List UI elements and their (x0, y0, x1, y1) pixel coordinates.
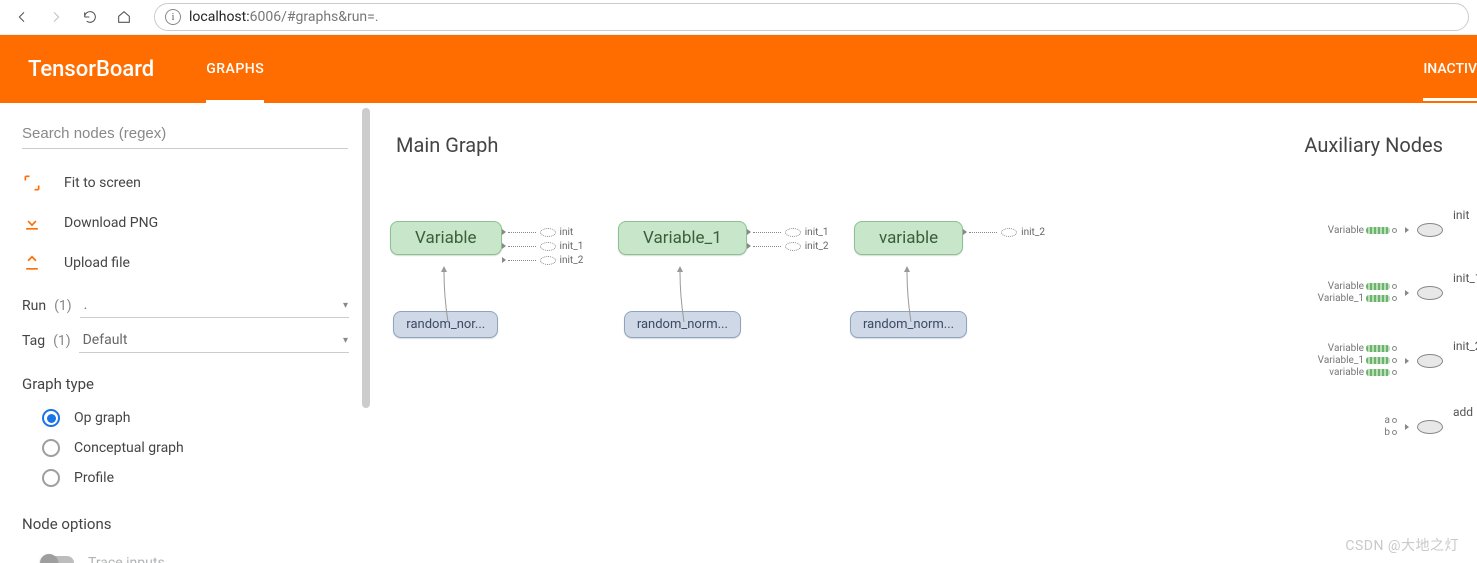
tab-graphs[interactable]: GRAPHS (206, 35, 264, 103)
radio-conceptual-graph[interactable]: Conceptual graph (22, 433, 348, 463)
node-variable[interactable]: Variable (390, 221, 502, 255)
radio-conceptual-label: Conceptual graph (74, 440, 184, 456)
watermark: CSDN @大地之灯 (1345, 535, 1459, 555)
node-outputs: init_2 (963, 225, 1045, 239)
back-button[interactable] (8, 3, 36, 31)
aux-node-init[interactable]: Variable init (1328, 223, 1443, 237)
tab-inactive[interactable]: INACTIV (1423, 35, 1477, 103)
site-info-icon[interactable]: i (165, 9, 181, 25)
run-label: Run (22, 298, 46, 314)
fit-screen-icon (22, 173, 42, 193)
graph-type-radios: Op graph Conceptual graph Profile (22, 403, 348, 493)
graph-type-header: Graph type (22, 375, 348, 393)
url-text: localhost:6006/#graphs&run=. (189, 9, 379, 25)
node-variable-2[interactable]: variable (854, 221, 963, 255)
download-icon (22, 213, 42, 233)
upload-icon (22, 253, 42, 273)
radio-profile-label: Profile (74, 470, 114, 486)
trace-inputs-toggle[interactable]: Trace inputs (22, 555, 348, 563)
run-count: (1) (54, 298, 72, 314)
main-graph-title: Main Graph (396, 133, 498, 157)
home-button[interactable] (110, 3, 138, 31)
edge-arrow (899, 266, 919, 326)
scrollbar[interactable] (362, 108, 370, 408)
download-png-button[interactable]: Download PNG (22, 203, 348, 243)
tag-select-row: Tag (1) Default ▾ (22, 328, 348, 353)
edge-arrow (672, 266, 692, 326)
app-logo: TensorBoard (28, 57, 154, 82)
tag-count: (1) (53, 333, 71, 349)
aux-node-init-2[interactable]: Variable Variable_1 variable init_2 (1318, 343, 1443, 378)
graph-cluster-variable-1: Variable_1 init_1 init_2 random_norm... (618, 221, 747, 338)
address-bar[interactable]: i localhost:6006/#graphs&run=. (154, 3, 1469, 31)
forward-button (42, 3, 70, 31)
fit-to-screen-label: Fit to screen (64, 175, 141, 191)
aux-node-init-1[interactable]: Variable Variable_1 init_1 (1318, 281, 1443, 304)
upload-file-label: Upload file (64, 255, 130, 271)
edge-arrow (436, 266, 456, 326)
radio-profile[interactable]: Profile (22, 463, 348, 493)
browser-toolbar: i localhost:6006/#graphs&run=. (0, 0, 1477, 35)
node-options-header: Node options (22, 515, 348, 533)
search-input[interactable] (22, 119, 348, 149)
fit-to-screen-button[interactable]: Fit to screen (22, 163, 348, 203)
node-variable-1[interactable]: Variable_1 (618, 221, 747, 255)
radio-op-graph-label: Op graph (74, 410, 131, 426)
run-select[interactable]: . (80, 293, 349, 318)
app-header: TensorBoard GRAPHS INACTIV (0, 35, 1477, 103)
graph-canvas[interactable]: Main Graph Auxiliary Nodes Variable init… (370, 103, 1477, 563)
tag-select[interactable]: Default (79, 328, 349, 353)
run-select-row: Run (1) . ▾ (22, 293, 348, 318)
upload-file-button[interactable]: Upload file (22, 243, 348, 283)
main-area: Fit to screen Download PNG Upload file R… (0, 103, 1477, 563)
tag-label: Tag (22, 333, 45, 349)
sidebar: Fit to screen Download PNG Upload file R… (0, 103, 370, 563)
aux-nodes-title: Auxiliary Nodes (1304, 133, 1443, 157)
aux-node-add[interactable]: a b add (1384, 415, 1443, 438)
download-png-label: Download PNG (64, 215, 158, 231)
node-outputs: init_1 init_2 (747, 225, 829, 253)
graph-cluster-variable: Variable init init_1 init_2 random_nor..… (390, 221, 502, 338)
radio-op-graph[interactable]: Op graph (22, 403, 348, 433)
graph-cluster-variable-2: variable init_2 random_norm... (850, 221, 967, 338)
node-outputs: init init_1 init_2 (502, 225, 584, 267)
trace-inputs-label: Trace inputs (88, 555, 165, 563)
refresh-button[interactable] (76, 3, 104, 31)
